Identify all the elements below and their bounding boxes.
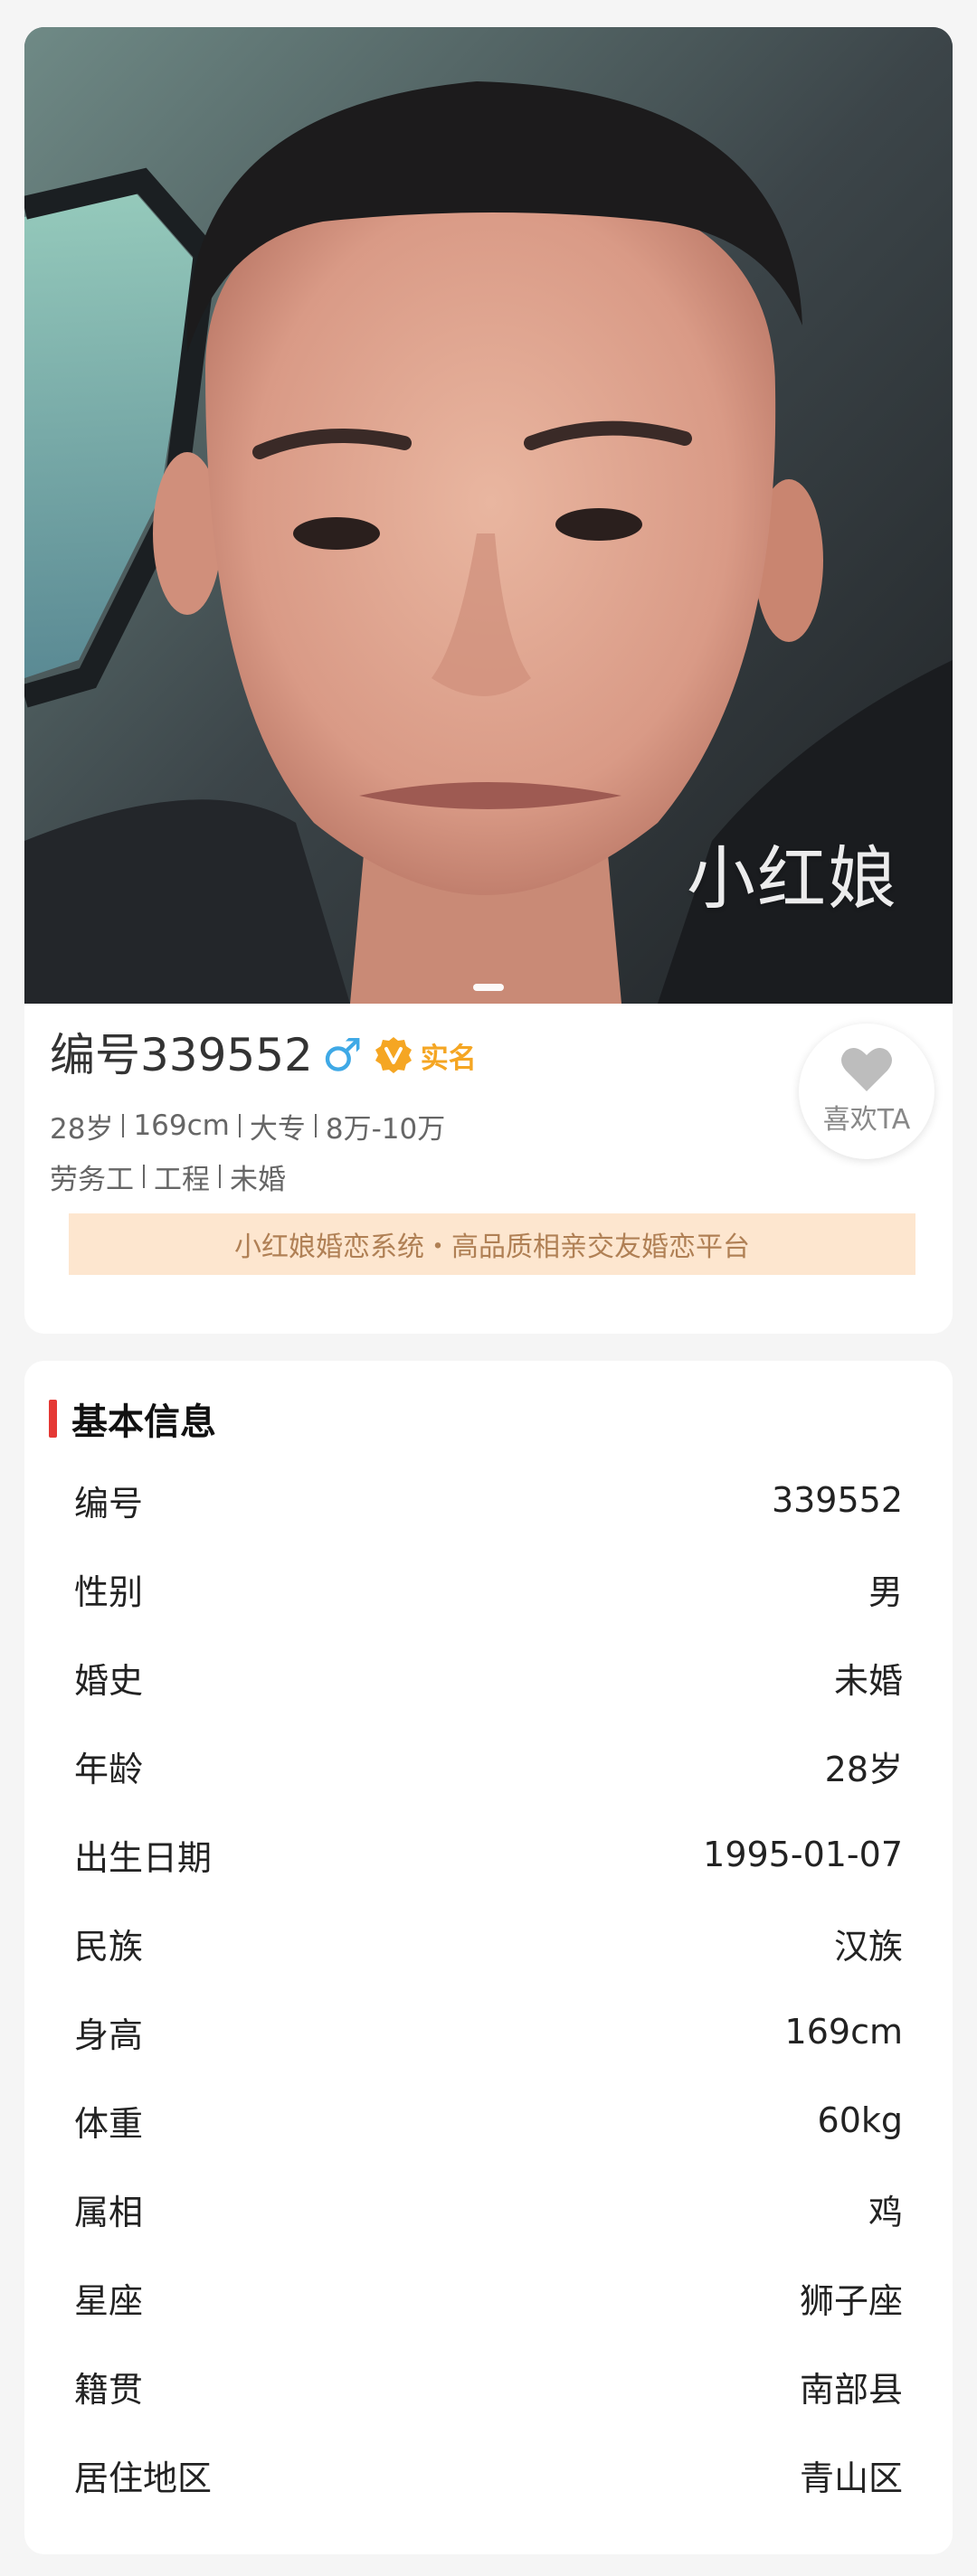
info-row-ethnicity: 民族 汉族 bbox=[24, 1899, 953, 1987]
meta-education: 大专 bbox=[249, 1112, 306, 1146]
info-value: 汉族 bbox=[833, 1926, 903, 1967]
carousel-dot-active[interactable] bbox=[473, 984, 504, 991]
info-label: 身高 bbox=[74, 2015, 144, 2055]
info-label: 籍贯 bbox=[74, 2369, 144, 2410]
profile-meta-line-1: 28岁 169cm 大专 8万-10万 bbox=[50, 1106, 445, 1146]
info-row-zodiac-animal: 属相 鸡 bbox=[24, 2165, 953, 2253]
info-row-weight: 体重 60kg bbox=[24, 2076, 953, 2165]
verified-label: 实名 bbox=[420, 1042, 477, 1075]
verified-v-badge-icon bbox=[374, 1035, 413, 1075]
member-id-prefix: 编号 bbox=[50, 1029, 140, 1081]
info-label: 年龄 bbox=[74, 1749, 144, 1789]
info-value: 1995-01-07 bbox=[703, 1835, 903, 1874]
meta-divider bbox=[238, 1114, 241, 1137]
info-value: 60kg bbox=[817, 2100, 903, 2140]
info-row-birthdate: 出生日期 1995-01-07 bbox=[24, 1810, 953, 1899]
info-value: 男 bbox=[868, 1571, 903, 1612]
info-row-gender: 性别 男 bbox=[24, 1544, 953, 1633]
meta-divider bbox=[143, 1165, 145, 1188]
info-value: 28岁 bbox=[824, 1749, 903, 1789]
like-button[interactable]: 喜欢TA bbox=[799, 1024, 934, 1159]
info-label: 婚史 bbox=[74, 1660, 144, 1701]
photo-watermark: 小红娘 bbox=[687, 838, 898, 919]
info-row-id: 编号 339552 bbox=[24, 1456, 953, 1544]
info-value: 339552 bbox=[771, 1480, 903, 1520]
info-value: 狮子座 bbox=[799, 2280, 903, 2321]
meta-marital: 未婚 bbox=[230, 1163, 286, 1196]
info-row-constellation: 星座 狮子座 bbox=[24, 2253, 953, 2342]
profile-meta-line-2: 劳务工 工程 未婚 bbox=[50, 1156, 286, 1196]
member-id-number: 339552 bbox=[140, 1029, 313, 1081]
carousel-indicator bbox=[24, 984, 953, 991]
like-label: 喜欢TA bbox=[822, 1104, 911, 1136]
info-label: 体重 bbox=[74, 2103, 144, 2144]
meta-occupation: 劳务工 bbox=[50, 1163, 134, 1196]
platform-banner: 小红娘婚恋系统・高品质相亲交友婚恋平台 bbox=[69, 1213, 915, 1275]
meta-divider bbox=[219, 1165, 221, 1188]
meta-age: 28岁 bbox=[50, 1112, 114, 1146]
member-id-line: 编号 339552 ♂ 实名 bbox=[50, 1024, 477, 1087]
info-label: 出生日期 bbox=[74, 1837, 213, 1878]
info-row-marital-history: 婚史 未婚 bbox=[24, 1633, 953, 1722]
section-header: 基本信息 bbox=[49, 1393, 216, 1444]
info-label: 编号 bbox=[74, 1483, 144, 1524]
meta-income: 8万-10万 bbox=[325, 1112, 446, 1146]
profile-photo[interactable]: 小红娘 bbox=[24, 27, 953, 1004]
info-value: 169cm bbox=[784, 2012, 903, 2052]
info-row-residence: 居住地区 青山区 bbox=[24, 2430, 953, 2519]
info-label: 民族 bbox=[74, 1926, 144, 1967]
section-title: 基本信息 bbox=[71, 1401, 216, 1443]
profile-page: 小红娘 编号 339552 ♂ 实名 28岁 169cm 大专 8万-10万 劳… bbox=[0, 0, 977, 2576]
profile-card: 小红娘 编号 339552 ♂ 实名 28岁 169cm 大专 8万-10万 劳… bbox=[24, 27, 953, 1334]
info-label: 性别 bbox=[74, 1571, 144, 1612]
meta-height: 169cm bbox=[133, 1109, 230, 1142]
meta-divider bbox=[122, 1114, 125, 1137]
meta-divider bbox=[314, 1114, 317, 1137]
info-row-age: 年龄 28岁 bbox=[24, 1722, 953, 1810]
info-value: 南部县 bbox=[799, 2369, 903, 2410]
section-accent-bar bbox=[49, 1400, 57, 1438]
info-label: 星座 bbox=[74, 2280, 144, 2321]
meta-industry: 工程 bbox=[154, 1163, 210, 1196]
info-value: 未婚 bbox=[833, 1660, 903, 1701]
profile-summary: 编号 339552 ♂ 实名 28岁 169cm 大专 8万-10万 劳务工 工… bbox=[24, 1004, 953, 1334]
info-value: 青山区 bbox=[799, 2458, 903, 2498]
info-row-hometown: 籍贯 南部县 bbox=[24, 2342, 953, 2430]
info-label: 居住地区 bbox=[74, 2458, 213, 2498]
male-symbol-icon: ♂ bbox=[321, 1029, 363, 1081]
basic-info-list: 编号 339552 性别 男 婚史 未婚 年龄 28岁 出生日期 1995-01… bbox=[24, 1456, 953, 2519]
heart-icon bbox=[841, 1047, 892, 1091]
info-value: 鸡 bbox=[868, 2192, 903, 2232]
info-row-height: 身高 169cm bbox=[24, 1987, 953, 2076]
basic-info-card: 基本信息 编号 339552 性别 男 婚史 未婚 年龄 28岁 出生日期 19… bbox=[24, 1361, 953, 2554]
info-label: 属相 bbox=[74, 2192, 144, 2232]
